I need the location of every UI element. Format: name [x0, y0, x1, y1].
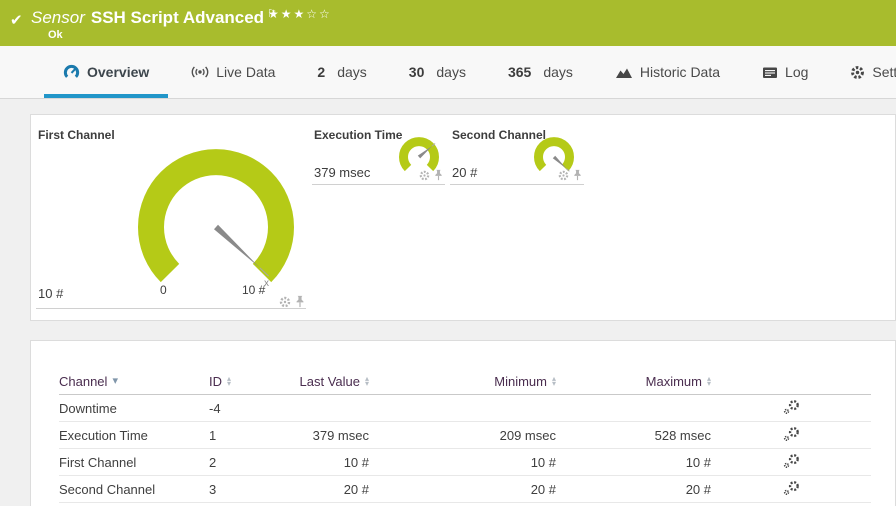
tab-label: Log: [785, 64, 809, 80]
channel-minimum: 10 #: [530, 454, 556, 470]
gauge-gear-icon[interactable]: [279, 296, 291, 308]
gauge-gear-icon[interactable]: [419, 170, 430, 181]
gauge-title: Execution Time: [314, 128, 403, 142]
gauge-value: 10 #: [38, 286, 64, 301]
historic-data-icon: [615, 65, 633, 79]
channel-minimum: 20 #: [530, 481, 556, 497]
sort-both-icon: ▴ ▾: [706, 374, 711, 388]
priority-stars[interactable]: ★★★☆☆: [268, 7, 332, 21]
tab-label: days: [436, 64, 466, 80]
column-header-channel[interactable]: Channel ▾: [59, 374, 209, 389]
channel-last-value: 379 msec: [312, 427, 369, 443]
channel-id: -4: [209, 400, 221, 416]
gauge-first-channel: First Channel x 0 10 # 10 #: [36, 123, 306, 309]
sensor-header: ✔ Sensor SSH Script Advanced ⚐ ★★★☆☆ Ok: [0, 0, 896, 46]
channel-last-value: 10 #: [343, 454, 369, 470]
gauge-execution-time: Execution Time 379 msec: [312, 123, 445, 185]
edit-channel-gears-icon[interactable]: [782, 480, 801, 496]
settings-gear-icon: [850, 65, 865, 80]
column-header-minimum[interactable]: Minimum ▴ ▾: [369, 374, 556, 389]
table-row-execution-time[interactable]: Execution Time 1 379 msec 209 msec 528 m…: [59, 422, 871, 449]
channel-maximum: 20 #: [685, 481, 711, 497]
tab-label: Settings: [872, 64, 896, 80]
sensor-type-label: Sensor: [31, 8, 85, 27]
gauge-pin-icon[interactable]: [434, 169, 443, 181]
channel-id: 3: [209, 481, 217, 497]
column-header-last-value[interactable]: Last Value ▴ ▾: [284, 374, 369, 389]
channel-minimum: 209 msec: [499, 427, 556, 443]
gauge-second-channel: Second Channel 20 #: [450, 123, 584, 185]
table-row-downtime[interactable]: Downtime -4: [59, 395, 871, 422]
status-badge: Ok: [48, 29, 63, 41]
channel-table: Channel ▾ ID ▴ ▾ Last Value ▴ ▾ Minimum ▴ ▾…: [59, 369, 871, 503]
gauge-gear-icon[interactable]: [558, 170, 569, 181]
tab-30-days[interactable]: 30 days: [388, 46, 487, 98]
sort-both-icon: ▴ ▾: [227, 374, 232, 388]
tab-live-data[interactable]: Live Data: [170, 46, 296, 98]
tab-day-count: 2: [317, 64, 326, 80]
table-row-second-channel[interactable]: Second Channel 3 20 # 20 # 20 #: [59, 476, 871, 503]
column-header-id[interactable]: ID ▴ ▾: [209, 374, 284, 389]
tab-day-count: 30: [408, 64, 425, 80]
gauge-value: 20 #: [452, 165, 478, 180]
gauge-pin-icon[interactable]: [295, 295, 305, 308]
edit-channel-gears-icon[interactable]: [782, 399, 801, 415]
column-header-maximum[interactable]: Maximum ▴ ▾: [556, 374, 711, 389]
channel-name: Second Channel: [59, 481, 156, 497]
tab-overview[interactable]: Overview: [42, 46, 170, 98]
tab-label: days: [337, 64, 367, 80]
channel-maximum: 10 #: [685, 454, 711, 470]
sensor-name: SSH Script Advanced: [90, 8, 265, 27]
channel-name: First Channel: [59, 454, 137, 470]
tab-day-count: 365: [507, 64, 532, 80]
channel-id: 2: [209, 454, 217, 470]
live-data-icon: [191, 65, 209, 79]
status-ok-check-icon: ✔: [10, 12, 23, 29]
edit-channel-gears-icon[interactable]: [782, 453, 801, 469]
channel-last-value: 20 #: [343, 481, 369, 497]
gauge-scale-max: 10 #: [242, 283, 266, 297]
tab-label: Overview: [87, 64, 150, 80]
gauge-icon: [63, 64, 80, 81]
channel-name: Downtime: [59, 400, 117, 416]
table-header-row: Channel ▾ ID ▴ ▾ Last Value ▴ ▾ Minimum ▴ ▾…: [59, 369, 871, 395]
sort-desc-icon: ▾: [112, 375, 118, 387]
table-row-first-channel[interactable]: First Channel 2 10 # 10 # 10 #: [59, 449, 871, 476]
overview-gauges-panel: First Channel x 0 10 # 10 # Execution Ti…: [30, 114, 896, 321]
tab-settings[interactable]: Settings: [829, 46, 896, 98]
tab-2-days[interactable]: 2 days: [296, 46, 387, 98]
gauge-pin-icon[interactable]: [573, 169, 582, 181]
tab-label: days: [543, 64, 573, 80]
channel-maximum: 528 msec: [654, 427, 711, 443]
gauge-scale-min: 0: [160, 283, 167, 297]
gauge-value: 379 msec: [314, 165, 371, 180]
tab-log[interactable]: Log: [741, 46, 829, 98]
gauge-title: First Channel: [38, 128, 115, 142]
tab-bar: Overview Live Data 2 days 30 days 365 da…: [0, 46, 896, 99]
tab-label: Live Data: [216, 64, 276, 80]
tab-label: Historic Data: [639, 64, 721, 80]
log-icon: [762, 66, 778, 79]
page-title: Sensor SSH Script Advanced ⚐: [31, 8, 277, 28]
channel-name: Execution Time: [59, 427, 148, 443]
gauge-needle: [214, 224, 260, 268]
tab-historic-data[interactable]: Historic Data: [594, 46, 741, 98]
channel-id: 1: [209, 427, 217, 443]
tab-365-days[interactable]: 365 days: [487, 46, 594, 98]
channel-table-panel: Channel ▾ ID ▴ ▾ Last Value ▴ ▾ Minimum ▴ ▾…: [30, 340, 896, 506]
edit-channel-gears-icon[interactable]: [782, 426, 801, 442]
